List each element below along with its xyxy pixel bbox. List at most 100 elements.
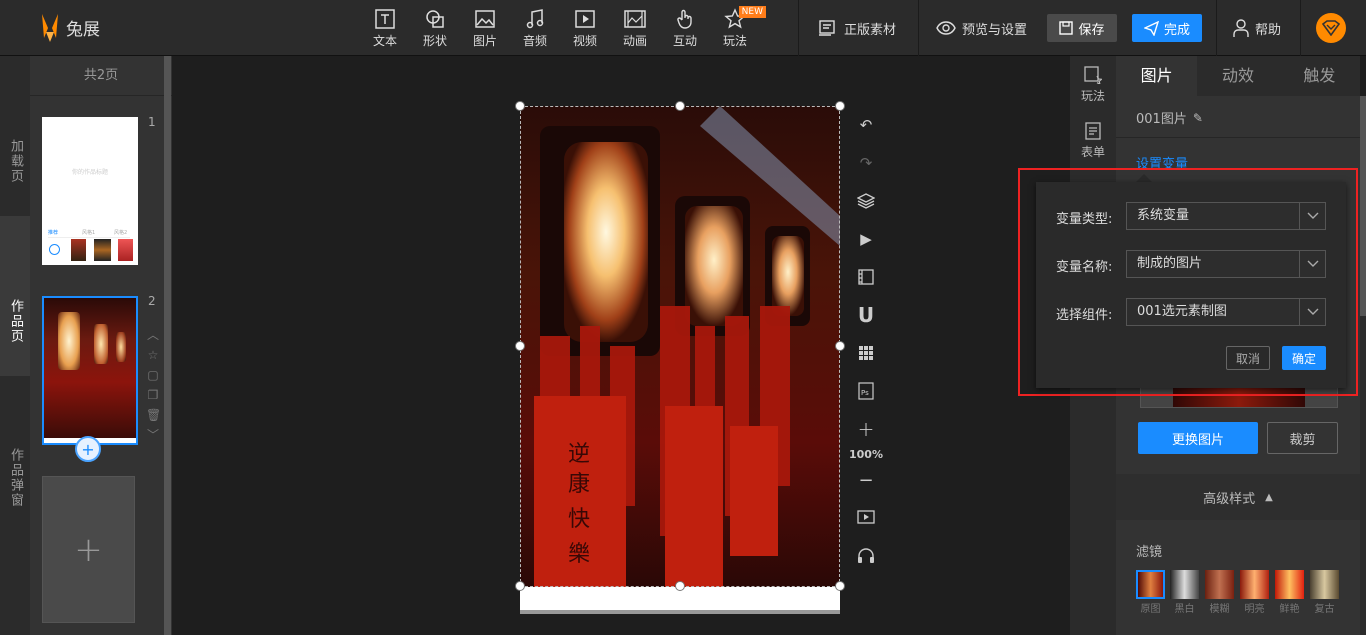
filter-blur[interactable]: 模糊 (1205, 570, 1234, 615)
filter-bright[interactable]: 明亮 (1240, 570, 1269, 615)
animation-icon (624, 10, 646, 28)
selection-frame (520, 106, 840, 587)
play-icon[interactable]: ▶ (846, 220, 886, 258)
logo[interactable]: 兔展 (38, 12, 100, 42)
page-template-icon[interactable]: ▢ (146, 368, 160, 382)
add-page-button[interactable]: + (42, 476, 135, 623)
copy-page-icon[interactable]: ❐ (146, 388, 160, 402)
shape-tool[interactable]: 形状 (410, 8, 460, 49)
thumb-lantern (58, 312, 80, 370)
page-thumbnail-2[interactable] (42, 296, 138, 445)
move-down-icon[interactable]: ﹀ (146, 428, 160, 442)
preview-settings-label: 预览与设置 (962, 22, 1028, 38)
play-method-button[interactable]: 玩法 (1070, 56, 1116, 112)
eye-icon (936, 21, 956, 35)
resize-handle-tl[interactable] (515, 101, 525, 111)
genuine-assets-button[interactable]: 正版素材 (818, 0, 896, 56)
image-tool[interactable]: 图片 (460, 8, 510, 49)
gameplay-tool[interactable]: 玩法 NEW (710, 6, 766, 49)
done-button[interactable]: 完成 (1132, 14, 1202, 42)
tab-work-popup[interactable]: 作品弹窗 (0, 376, 30, 536)
insert-page-button[interactable]: + (75, 436, 101, 462)
play-method-label: 玩法 (1080, 89, 1105, 103)
filter-vivid[interactable]: 鲜艳 (1275, 570, 1304, 615)
canvas-bottom-edge (520, 610, 840, 614)
help-person-icon (1233, 19, 1249, 37)
filter-vintage[interactable]: 复古 (1310, 570, 1339, 615)
page-count: 共2页 (30, 56, 172, 96)
form-button[interactable]: 表单 (1070, 112, 1116, 168)
animation-tool[interactable]: 动画 (610, 8, 660, 49)
text-tool[interactable]: 文本 (360, 8, 410, 49)
gameplay-tool-label: 玩法 (722, 34, 747, 48)
resize-handle-tr[interactable] (835, 101, 845, 111)
redo-icon[interactable]: ↷ (846, 144, 886, 182)
element-name: 001图片 (1136, 112, 1187, 127)
move-up-icon[interactable]: ︿ (146, 328, 160, 342)
confirm-button[interactable]: 确定 (1282, 346, 1326, 370)
advanced-style-toggle[interactable]: 高级样式 ▲ (1116, 474, 1360, 520)
film-icon[interactable] (846, 258, 886, 296)
crop-button[interactable]: 裁剪 (1267, 422, 1338, 454)
divider (1216, 0, 1217, 56)
music-icon (526, 9, 544, 29)
audio-tool[interactable]: 音频 (510, 8, 560, 49)
cancel-button[interactable]: 取消 (1226, 346, 1270, 370)
grid-icon[interactable] (846, 334, 886, 372)
page-number: 1 (148, 115, 156, 129)
page-thumbnail-1[interactable]: 你的作品标题 推荐 风格1 风格2 (42, 117, 138, 265)
divider (1300, 0, 1301, 56)
divider (1116, 137, 1360, 138)
help-button[interactable]: 帮助 (1232, 0, 1281, 56)
no-filter-icon (49, 244, 60, 255)
resize-handle-b[interactable] (675, 581, 685, 591)
thumb-image (71, 239, 86, 261)
delete-page-icon[interactable]: 🗑 (146, 408, 161, 422)
headset-icon[interactable] (846, 537, 886, 575)
resize-handle-t[interactable] (675, 101, 685, 111)
save-button[interactable]: 保存 (1047, 14, 1117, 42)
undo-icon[interactable]: ↶ (846, 106, 886, 144)
variable-type-select[interactable]: 系统变量 (1126, 202, 1326, 230)
page-number: 2 (148, 294, 156, 308)
magnet-icon[interactable]: U (846, 296, 886, 334)
component-select[interactable]: 001选元素制图 (1126, 298, 1326, 326)
filter-bw[interactable]: 黑白 (1170, 570, 1199, 615)
replace-image-button[interactable]: 更换图片 (1138, 422, 1258, 454)
zoom-in-button[interactable]: + (846, 410, 886, 448)
variable-name-select[interactable]: 制成的图片 (1126, 250, 1326, 278)
layers-icon[interactable] (846, 182, 886, 220)
tab-loading-page[interactable]: 加载页 (0, 96, 30, 216)
photoshop-icon[interactable]: Ps (846, 372, 886, 410)
tab-image[interactable]: 图片 (1116, 56, 1198, 96)
panel-tabs: 图片 动效 触发 (1116, 56, 1360, 96)
tab-work-page[interactable]: 作品页 (0, 216, 30, 376)
zoom-out-button[interactable]: − (846, 461, 886, 499)
user-avatar[interactable] (1316, 13, 1346, 43)
tab-trigger[interactable]: 触发 (1279, 56, 1360, 96)
preview-settings-button[interactable]: 预览与设置 (936, 0, 1027, 56)
resize-handle-l[interactable] (515, 341, 525, 351)
image-icon (475, 10, 495, 28)
tab-animation[interactable]: 动效 (1197, 56, 1278, 96)
component-value: 001选元素制图 (1137, 304, 1227, 319)
thumb-image (118, 239, 133, 261)
panel-scrollbar-thumb[interactable] (1360, 96, 1366, 316)
image-tool-label: 图片 (472, 34, 497, 48)
filter-label: 鲜艳 (1279, 604, 1300, 615)
resize-handle-br[interactable] (835, 581, 845, 591)
element-name-row[interactable]: 001图片 ✎ (1136, 108, 1203, 128)
resize-handle-bl[interactable] (515, 581, 525, 591)
resize-handle-r[interactable] (835, 341, 845, 351)
hand-icon (677, 9, 692, 29)
preview-play-icon[interactable] (846, 499, 886, 537)
text-tool-label: 文本 (372, 34, 397, 48)
interaction-tool[interactable]: 互动 (660, 8, 710, 49)
filter-original[interactable]: 原图 (1136, 570, 1165, 615)
filter-thumb (1205, 570, 1234, 599)
page-list-scrollbar[interactable] (164, 56, 171, 635)
favorite-star-icon[interactable]: ☆ (146, 348, 160, 362)
set-variable-popup: 变量类型: 系统变量 变量名称: 制成的图片 选择组件: 001选元素制图 取消… (1036, 182, 1346, 388)
variable-type-label: 变量类型: (1056, 212, 1113, 227)
video-tool[interactable]: 视频 (560, 8, 610, 49)
